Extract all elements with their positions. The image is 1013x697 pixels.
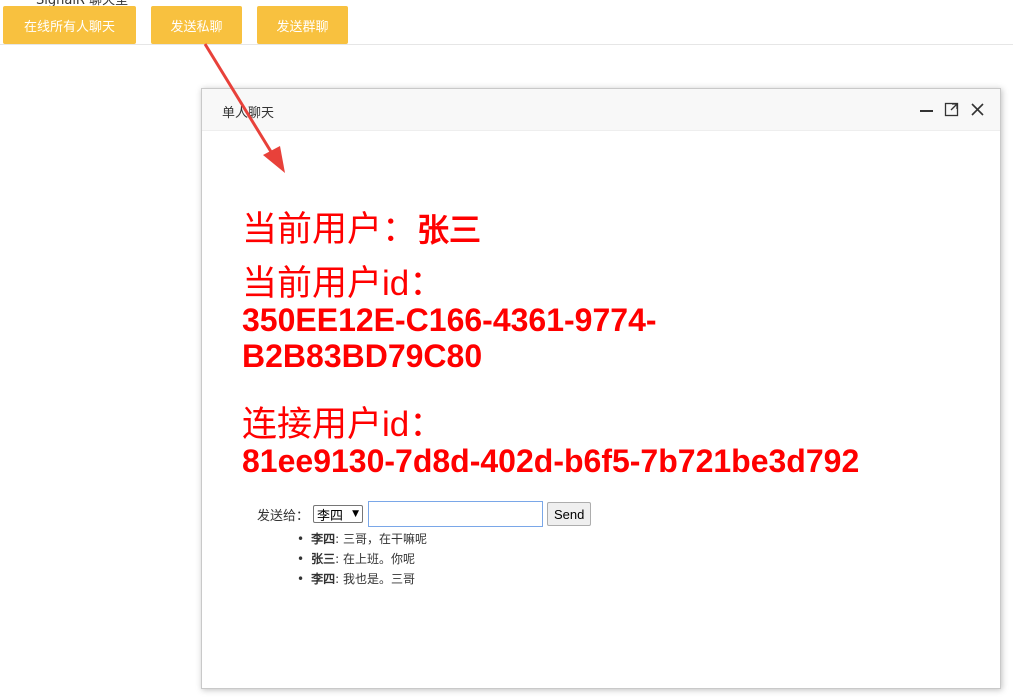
group-chat-button[interactable]: 发送群聊 [257, 6, 348, 44]
message-sender: 李四 [311, 572, 336, 586]
connection-id-value: 81ee9130-7d8d-402d-b6f5-7b721be3d792 [242, 443, 860, 479]
current-user-id-label: 当前用户id： [242, 264, 445, 303]
send-button[interactable]: Send [547, 502, 592, 526]
current-user-name: 张三 [417, 212, 482, 248]
minimize-icon[interactable] [918, 101, 936, 119]
dialog-title: 单人聊天 [222, 106, 275, 121]
message-item: 李四: 三哥，在干嘛呢 [297, 529, 427, 549]
page: SignalR 聊天室 在线所有人聊天 发送私聊 发送群聊 单人聊天 当前用户：… [0, 0, 1013, 697]
message-sender: 张三 [311, 552, 336, 566]
dialog-header[interactable]: 单人聊天 [202, 89, 1000, 131]
message-text: : 我也是。三哥 [335, 572, 415, 586]
private-chat-button[interactable]: 发送私聊 [151, 6, 242, 44]
message-item: 张三: 在上班。你呢 [297, 549, 427, 569]
current-user-label: 当前用户： [242, 210, 418, 249]
message-text: : 在上班。你呢 [335, 552, 415, 566]
toolbar-divider [0, 44, 1013, 45]
private-chat-dialog: 单人聊天 当前用户：张三 当前用户id： 350EE12E-C166-4361-… [201, 88, 1001, 689]
connection-id-label: 连接用户id： [242, 405, 445, 444]
recipient-select[interactable]: 李四 ▼ [313, 505, 364, 524]
message-item: 李四: 我也是。三哥 [297, 569, 427, 589]
chat-all-button[interactable]: 在线所有人聊天 [3, 6, 136, 44]
message-input[interactable] [368, 501, 544, 527]
send-to-label: 发送给： [257, 508, 310, 524]
caret-down-icon: ▼ [352, 509, 360, 519]
current-user-id-part2: B2B83BD79C80 [242, 338, 483, 374]
message-text: : 三哥，在干嘛呢 [335, 532, 427, 546]
current-user-line: 当前用户：张三 [242, 201, 481, 252]
current-user-id-part1: 350EE12E-C166-4361-9774- [242, 302, 657, 338]
current-user-id-block: 当前用户id： 350EE12E-C166-4361-9774- B2B83BD… [242, 264, 657, 375]
connection-id-block: 连接用户id： 81ee9130-7d8d-402d-b6f5-7b721be3… [242, 405, 860, 480]
send-row: 发送给： 李四 ▼ Send [257, 501, 592, 527]
maximize-icon[interactable] [943, 101, 961, 119]
close-icon[interactable] [969, 101, 987, 119]
recipient-selected: 李四 [317, 508, 344, 524]
message-list: 李四: 三哥，在干嘛呢张三: 在上班。你呢李四: 我也是。三哥 [297, 529, 427, 589]
message-sender: 李四 [311, 532, 336, 546]
